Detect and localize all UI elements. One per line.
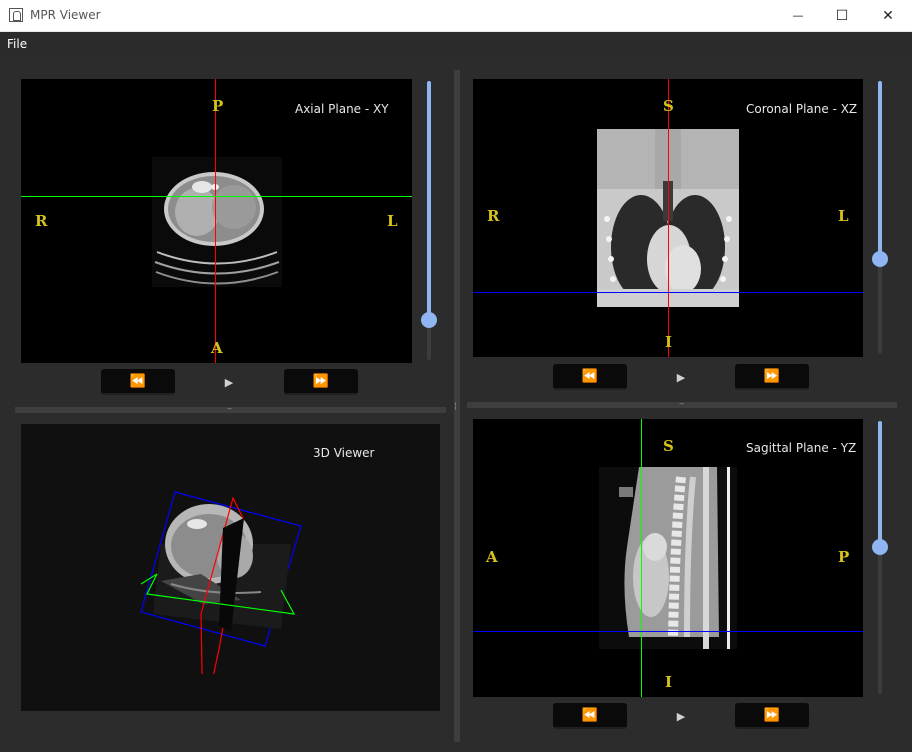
fast-forward-icon: ⏩ (763, 368, 781, 384)
menu-bar: File (0, 32, 912, 56)
axial-orientation-top: P (212, 97, 224, 115)
close-icon: ✕ (882, 7, 894, 24)
sagittal-orientation-right: P (838, 548, 850, 566)
close-button[interactable]: ✕ (865, 0, 911, 31)
splitter-grip: ‒ (679, 399, 685, 408)
coronal-orientation-left: R (487, 207, 500, 225)
window-title: MPR Viewer (30, 8, 101, 22)
axial-viewport[interactable]: Axial Plane - XY P A R L (21, 79, 412, 363)
rewind-icon: ⏪ (129, 373, 147, 389)
fast-forward-icon: ⏩ (763, 707, 781, 723)
coronal-viewport[interactable]: Coronal Plane - XZ S I R L (473, 79, 863, 357)
coronal-rewind-button[interactable]: ⏪ (553, 364, 627, 390)
coronal-orientation-bottom: I (665, 333, 673, 351)
3d-viewport[interactable]: 3D Viewer (21, 424, 440, 711)
axial-orientation-bottom: A (211, 339, 223, 357)
axial-orientation-left: R (35, 212, 48, 230)
splitter-grip: ‒ (227, 404, 233, 413)
workspace: Axial Plane - XY P A R L ⏪ ▶ ⏩ ‒ 3D View… (0, 56, 912, 752)
splitter-grip: ¦ (454, 401, 457, 410)
sagittal-play-button[interactable]: ▶ (674, 709, 688, 723)
coronal-forward-button[interactable]: ⏩ (735, 364, 809, 390)
rewind-icon: ⏪ (581, 707, 599, 723)
sagittal-rewind-button[interactable]: ⏪ (553, 703, 627, 729)
minimize-button[interactable]: — (775, 0, 821, 31)
coronal-horizontal-crosshair[interactable] (473, 292, 863, 293)
sagittal-orientation-top: S (663, 437, 674, 455)
coronal-orientation-top: S (663, 97, 674, 115)
play-icon: ▶ (676, 370, 686, 384)
axial-slice-slider[interactable] (421, 81, 437, 360)
minimize-icon: — (792, 9, 804, 22)
maximize-icon: ☐ (835, 7, 849, 24)
axial-rewind-button[interactable]: ⏪ (101, 369, 175, 395)
sagittal-ct-image (599, 467, 737, 649)
vertical-splitter[interactable]: ¦ (454, 70, 460, 742)
sagittal-slice-slider[interactable] (872, 421, 888, 694)
axial-forward-button[interactable]: ⏩ (284, 369, 358, 395)
sagittal-forward-button[interactable]: ⏩ (735, 703, 809, 729)
sagittal-vertical-crosshair[interactable] (641, 419, 642, 697)
app-window: MPR Viewer — ☐ ✕ File Axial Plane - XY P… (0, 0, 912, 752)
sagittal-viewport[interactable]: Sagittal Plane - YZ S I A P (473, 419, 863, 697)
right-horizontal-splitter[interactable]: ‒ (467, 399, 897, 408)
axial-orientation-right: L (387, 212, 398, 230)
3d-volume-render (140, 491, 302, 674)
menu-file[interactable]: File (7, 37, 27, 51)
app-icon (9, 8, 23, 22)
play-icon: ▶ (224, 375, 234, 389)
rewind-icon: ⏪ (581, 368, 599, 384)
left-horizontal-splitter[interactable]: ‒ (15, 404, 446, 413)
slider-handle[interactable] (872, 251, 888, 267)
slider-handle[interactable] (872, 539, 888, 555)
axial-plane-label: Axial Plane - XY (295, 102, 389, 116)
slider-fill (878, 81, 882, 259)
title-bar[interactable]: MPR Viewer — ☐ ✕ (0, 0, 912, 32)
axial-vertical-crosshair[interactable] (215, 79, 216, 363)
coronal-play-button[interactable]: ▶ (674, 370, 688, 384)
slider-fill (878, 421, 882, 547)
coronal-slice-slider[interactable] (872, 81, 888, 354)
coronal-orientation-right: L (838, 207, 849, 225)
3d-viewer-label: 3D Viewer (313, 446, 375, 460)
coronal-plane-label: Coronal Plane - XZ (746, 102, 858, 116)
sagittal-horizontal-crosshair[interactable] (473, 631, 863, 632)
axial-play-button[interactable]: ▶ (222, 375, 236, 389)
coronal-vertical-crosshair[interactable] (668, 79, 669, 357)
slider-handle[interactable] (421, 312, 437, 328)
slider-fill (427, 81, 431, 320)
sagittal-orientation-bottom: I (665, 673, 673, 691)
sagittal-orientation-left: A (486, 548, 498, 566)
fast-forward-icon: ⏩ (312, 373, 330, 389)
play-icon: ▶ (676, 709, 686, 723)
axial-horizontal-crosshair[interactable] (21, 196, 412, 197)
axial-ct-image (152, 157, 282, 287)
sagittal-plane-label: Sagittal Plane - YZ (746, 441, 857, 455)
maximize-button[interactable]: ☐ (819, 0, 865, 31)
